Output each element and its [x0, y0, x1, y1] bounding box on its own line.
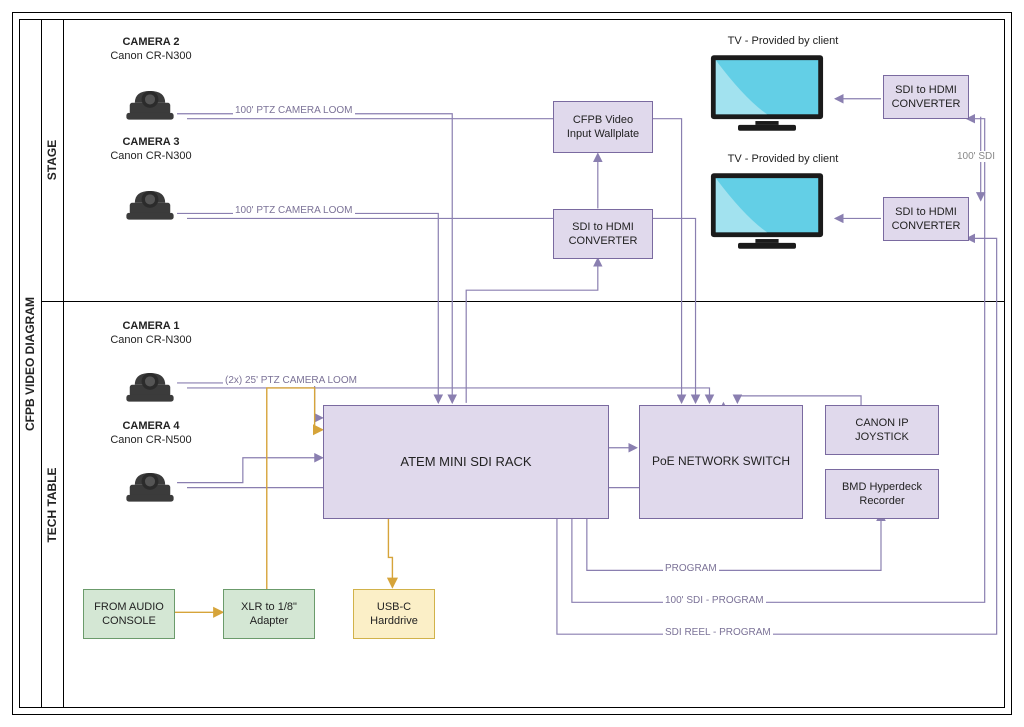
camera1-icon	[123, 351, 177, 405]
wire-label-ptz100-a: 100' PTZ CAMERA LOOM	[233, 105, 355, 116]
audio-box: FROM AUDIO CONSOLE	[83, 589, 175, 639]
camera2-label: CAMERA 2Canon CR-N300	[91, 35, 211, 64]
poe-box: PoE NETWORK SWITCH	[639, 405, 803, 519]
tv1-icon	[709, 53, 825, 133]
sdi-hdmi-c-box: SDI to HDMI CONVERTER	[883, 197, 969, 241]
camera3-icon	[123, 169, 177, 223]
joystick-box: CANON IP JOYSTICK	[825, 405, 939, 455]
wire-label-sdi100: 100' SDI	[955, 151, 997, 162]
hyperdeck-box: BMD Hyperdeck Recorder	[825, 469, 939, 519]
camera1-label: CAMERA 1Canon CR-N300	[91, 319, 211, 348]
diagram-canvas: CAMERA 2Canon CR-N300 CAMERA 3Canon CR-N…	[63, 19, 1005, 708]
tv2-icon	[709, 171, 825, 251]
atem-box: ATEM MINI SDI RACK	[323, 405, 609, 519]
sdi-hdmi-b-box: SDI to HDMI CONVERTER	[883, 75, 969, 119]
wire-label-ptz25: (2x) 25' PTZ CAMERA LOOM	[223, 375, 359, 386]
tv2-label: TV - Provided by client	[703, 153, 863, 165]
title-bar: CFPB VIDEO DIAGRAM	[19, 19, 42, 708]
section-bar-stage: STAGE	[41, 19, 64, 302]
diagram-title: CFPB VIDEO DIAGRAM	[23, 296, 37, 430]
diagram-frame: CFPB VIDEO DIAGRAM STAGE TECH TABLE	[12, 12, 1012, 715]
wire-label-program: PROGRAM	[663, 563, 719, 574]
section-label-tech: TECH TABLE	[45, 467, 59, 542]
xlr-box: XLR to 1/8" Adapter	[223, 589, 315, 639]
camera4-label: CAMERA 4Canon CR-N500	[91, 419, 211, 448]
section-divider	[63, 301, 1005, 302]
section-bar-tech: TECH TABLE	[41, 301, 64, 708]
section-label-stage: STAGE	[45, 140, 59, 180]
tv1-label: TV - Provided by client	[703, 35, 863, 47]
connections-svg	[63, 19, 1005, 708]
camera4-icon	[123, 451, 177, 505]
wire-label-ptz100-b: 100' PTZ CAMERA LOOM	[233, 205, 355, 216]
wallplate-box: CFPB Video Input Wallplate	[553, 101, 653, 153]
sdi-hdmi-a-box: SDI to HDMI CONVERTER	[553, 209, 653, 259]
wire-label-sdi100prog: 100' SDI - PROGRAM	[663, 595, 766, 606]
usbc-box: USB-C Harddrive	[353, 589, 435, 639]
camera3-label: CAMERA 3Canon CR-N300	[91, 135, 211, 164]
wire-label-sdireelprog: SDI REEL - PROGRAM	[663, 627, 773, 638]
camera2-icon	[123, 69, 177, 123]
